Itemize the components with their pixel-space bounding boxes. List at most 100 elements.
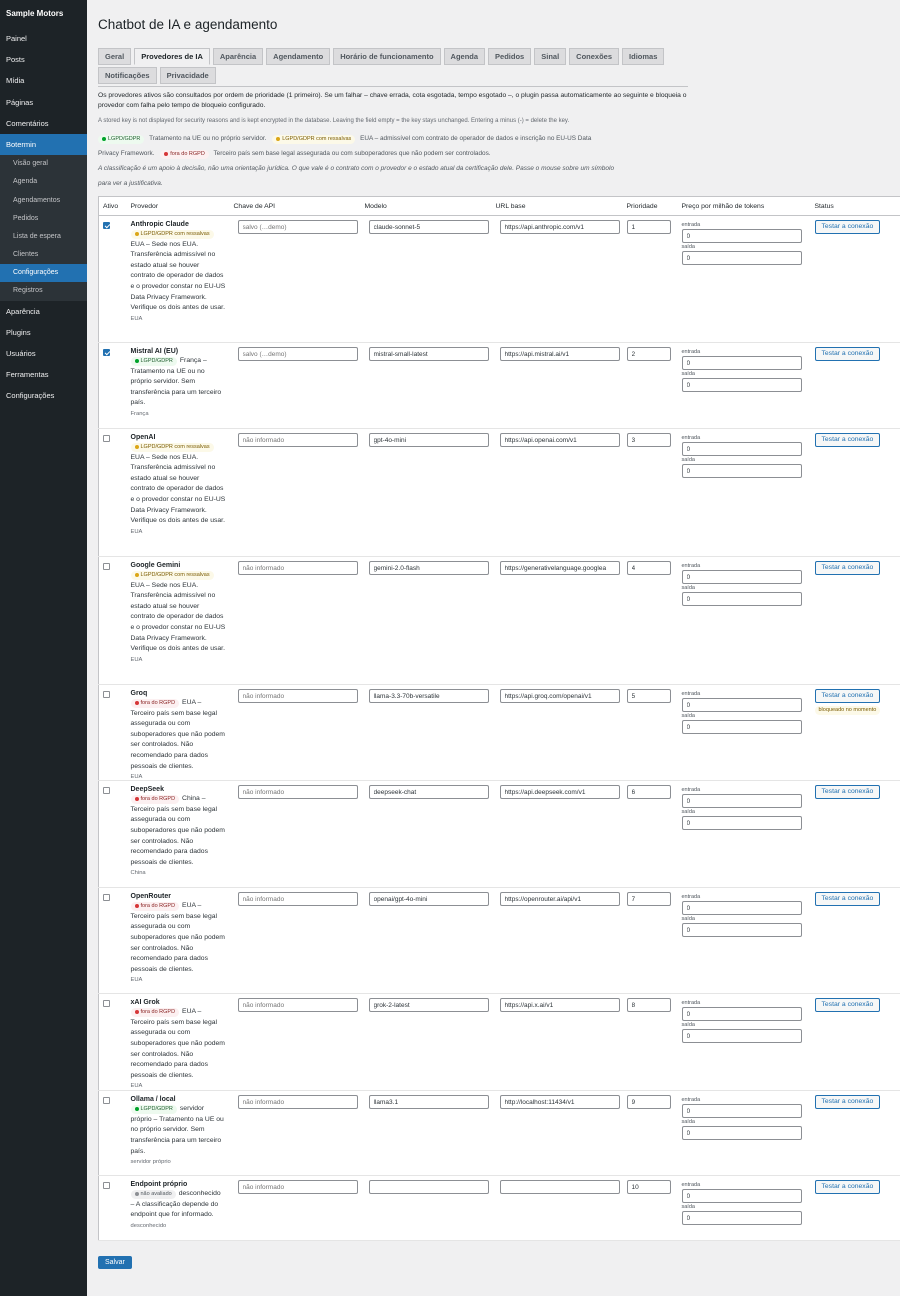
base-url-input[interactable] — [499, 220, 620, 234]
model-input[interactable] — [368, 561, 489, 575]
model-input[interactable] — [368, 347, 489, 361]
priority-input[interactable] — [626, 347, 671, 361]
price-in-input[interactable] — [681, 570, 802, 584]
active-checkbox[interactable] — [103, 1182, 110, 1190]
priority-input[interactable] — [626, 998, 671, 1013]
sidebar-item-comentarios[interactable]: Comentários — [0, 113, 87, 134]
price-in-input[interactable] — [681, 698, 802, 712]
base-url-input[interactable] — [499, 785, 620, 800]
test-connection-button[interactable]: Testar a conexão — [814, 561, 881, 575]
tab-idiomas[interactable]: Idiomas — [622, 48, 665, 65]
tab-sinal[interactable]: Sinal — [534, 48, 567, 65]
active-checkbox[interactable] — [103, 563, 110, 570]
test-connection-button[interactable]: Testar a conexão — [814, 1095, 881, 1110]
submenu-item-registros[interactable]: Registros — [0, 282, 87, 300]
submenu-item-pedidos[interactable]: Pedidos — [0, 210, 87, 228]
model-input[interactable] — [368, 998, 489, 1013]
tab-privacidade[interactable]: Privacidade — [159, 67, 216, 84]
price-in-input[interactable] — [681, 794, 802, 809]
sidebar-item-aparencia[interactable]: Aparência — [0, 301, 87, 322]
model-input[interactable] — [368, 785, 489, 800]
priority-input[interactable] — [626, 1095, 671, 1110]
price-out-input[interactable] — [681, 1126, 802, 1141]
submenu-item-agendamentos[interactable]: Agendamentos — [0, 192, 87, 210]
api-key-input[interactable] — [237, 347, 358, 361]
sidebar-item-paginas[interactable]: Páginas — [0, 92, 87, 113]
price-in-input[interactable] — [681, 442, 802, 456]
api-key-input[interactable] — [237, 561, 358, 575]
base-url-input[interactable] — [499, 561, 620, 575]
submenu-item-clientes[interactable]: Clientes — [0, 246, 87, 264]
price-out-input[interactable] — [681, 251, 802, 265]
tab-agenda[interactable]: Agenda — [443, 48, 486, 65]
sidebar-item-painel[interactable]: Painel — [0, 28, 87, 49]
test-connection-button[interactable]: Testar a conexão — [814, 220, 881, 234]
tab-provedores-de-ia[interactable]: Provedores de IA — [134, 48, 210, 65]
tab-notificacoes[interactable]: Notificações — [98, 67, 157, 84]
price-in-input[interactable] — [681, 229, 802, 243]
base-url-input[interactable] — [499, 892, 620, 907]
priority-input[interactable] — [626, 892, 671, 907]
tab-horario-de-funcionamento[interactable]: Horário de funcionamento — [333, 48, 441, 65]
priority-input[interactable] — [626, 220, 671, 234]
tab-aparencia[interactable]: Aparência — [212, 48, 264, 65]
sidebar-item-plugins[interactable]: Plugins — [0, 322, 87, 343]
test-connection-button[interactable]: Testar a conexão — [814, 892, 881, 907]
api-key-input[interactable] — [237, 433, 358, 447]
submenu-item-agenda[interactable]: Agenda — [0, 173, 87, 191]
price-in-input[interactable] — [681, 356, 802, 370]
active-checkbox[interactable] — [103, 1097, 110, 1105]
sidebar-item-ferramentas[interactable]: Ferramentas — [0, 364, 87, 385]
base-url-input[interactable] — [499, 433, 620, 447]
active-checkbox[interactable] — [103, 349, 110, 356]
test-connection-button[interactable]: Testar a conexão — [814, 1180, 881, 1195]
sidebar-item-posts[interactable]: Posts — [0, 49, 87, 70]
price-out-input[interactable] — [681, 1029, 802, 1044]
submenu-item-lista-de-espera[interactable]: Lista de espera — [0, 228, 87, 246]
price-out-input[interactable] — [681, 378, 802, 392]
base-url-input[interactable] — [499, 998, 620, 1013]
tab-agendamento[interactable]: Agendamento — [266, 48, 331, 65]
price-in-input[interactable] — [681, 1104, 802, 1119]
api-key-input[interactable] — [237, 1095, 358, 1110]
submenu-item-visao-geral[interactable]: Visão geral — [0, 155, 87, 173]
api-key-input[interactable] — [237, 998, 358, 1013]
sidebar-item-usuarios[interactable]: Usuários — [0, 343, 87, 364]
site-name[interactable]: Sample Motors — [0, 0, 87, 28]
test-connection-button[interactable]: Testar a conexão — [814, 689, 881, 703]
submenu-item-configuracoes[interactable]: Configurações — [0, 264, 87, 283]
test-connection-button[interactable]: Testar a conexão — [814, 433, 881, 447]
active-checkbox[interactable] — [103, 691, 110, 698]
tab-geral[interactable]: Geral — [98, 48, 132, 65]
api-key-input[interactable] — [237, 892, 358, 907]
base-url-input[interactable] — [499, 1095, 620, 1110]
active-checkbox[interactable] — [103, 894, 110, 902]
active-checkbox[interactable] — [103, 1000, 110, 1008]
model-input[interactable] — [368, 433, 489, 447]
model-input[interactable] — [368, 220, 489, 234]
priority-input[interactable] — [626, 1180, 671, 1195]
priority-input[interactable] — [626, 433, 671, 447]
priority-input[interactable] — [626, 785, 671, 800]
price-out-input[interactable] — [681, 464, 802, 478]
model-input[interactable] — [368, 689, 489, 703]
api-key-input[interactable] — [237, 689, 358, 703]
active-checkbox[interactable] — [103, 787, 110, 795]
price-out-input[interactable] — [681, 720, 802, 734]
price-out-input[interactable] — [681, 923, 802, 938]
model-input[interactable] — [368, 1180, 489, 1195]
priority-input[interactable] — [626, 561, 671, 575]
tab-conexoes[interactable]: Conexões — [569, 48, 620, 65]
test-connection-button[interactable]: Testar a conexão — [814, 998, 881, 1013]
save-button[interactable]: Salvar — [98, 1256, 132, 1269]
base-url-input[interactable] — [499, 347, 620, 361]
price-out-input[interactable] — [681, 592, 802, 606]
sidebar-item-botermin[interactable]: Botermin — [0, 133, 87, 156]
tab-pedidos[interactable]: Pedidos — [488, 48, 532, 65]
test-connection-button[interactable]: Testar a conexão — [814, 785, 881, 800]
price-in-input[interactable] — [681, 1189, 802, 1204]
price-in-input[interactable] — [681, 901, 802, 916]
price-in-input[interactable] — [681, 1007, 802, 1022]
test-connection-button[interactable]: Testar a conexão — [814, 347, 881, 361]
api-key-input[interactable] — [237, 785, 358, 800]
